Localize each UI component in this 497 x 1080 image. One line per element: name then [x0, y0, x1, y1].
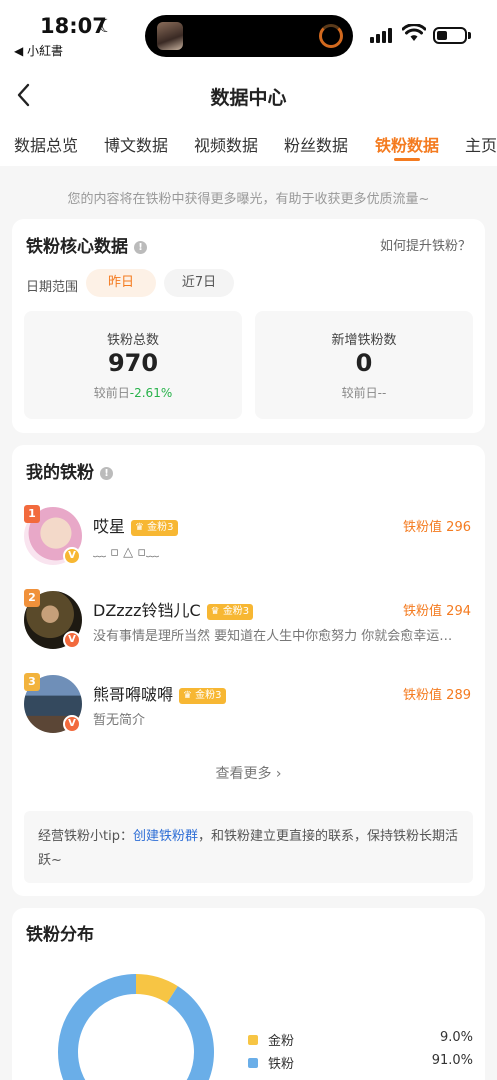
fan-score: 铁粉值 294 [403, 604, 471, 619]
legend-value: 91.0% [431, 1053, 473, 1068]
legend-swatch [248, 1058, 258, 1068]
moon-icon: ☾ [98, 16, 115, 37]
tab-video-data[interactable]: 视频数据 [194, 132, 258, 156]
stat-new-fans: 新增铁粉数 0 较前日-- [255, 311, 473, 419]
fan-level-badge: ♛ 金粉3 [131, 520, 178, 536]
fan-level-badge: ♛ 金粉3 [206, 604, 254, 620]
dynamic-island[interactable] [145, 15, 353, 57]
how-to-improve-link[interactable]: 如何提升铁粉？ [380, 235, 471, 254]
legend-item-gold: 金粉 9.0% [248, 1030, 473, 1050]
clock: 18:07 [40, 14, 107, 38]
core-data-card: 铁粉核心数据! 如何提升铁粉？ 日期范围 昨日 近7日 铁粉总数 970 较前日… [12, 219, 485, 433]
battery-icon [433, 27, 467, 44]
info-hint: 您的内容将在铁粉中获得更多曝光，有助于收获更多优质流量~ [67, 192, 430, 207]
distribution-title: 铁粉分布 [26, 925, 94, 945]
fan-bio: 暂无简介 [93, 713, 146, 728]
stat-label: 新增铁粉数 [331, 333, 397, 348]
tab-homepage[interactable]: 主页 [465, 132, 497, 156]
media-thumbnail [157, 22, 183, 50]
fan-name[interactable]: DZzzz铃铛儿C ♛ 金粉3 [93, 597, 254, 621]
create-fan-group-link[interactable]: 创建铁粉群 [133, 829, 198, 844]
stat-compare: 较前日-- [255, 384, 473, 401]
info-icon[interactable]: ! [100, 466, 113, 480]
active-tab-indicator [394, 158, 420, 161]
legend-label: 金粉 [268, 1034, 295, 1049]
legend-value: 9.0% [439, 1030, 473, 1045]
distribution-donut-chart [58, 974, 214, 1080]
legend-swatch [248, 1035, 258, 1045]
compare-prefix: 较前日 [341, 386, 378, 400]
cellular-signal-icon [370, 27, 392, 43]
date-option-yesterday[interactable]: 昨日 [86, 269, 156, 297]
tip-box: 经营铁粉小tip：创建铁粉群，和铁粉建立更直接的联系，保持铁粉长期活跃~ [24, 811, 473, 883]
rank-badge: 3 [24, 673, 40, 691]
stat-value: 0 [355, 349, 373, 377]
core-data-title: 铁粉核心数据! [26, 232, 147, 257]
my-fans-title: 我的铁粉! [26, 458, 113, 483]
tab-bar: 数据总览 博文数据 视频数据 粉丝数据 铁粉数据 主页 [0, 128, 497, 166]
fan-bio: ﹏ ▫ △ ▫﹏ [93, 545, 160, 560]
verified-icon: V [63, 715, 81, 733]
fan-name-text[interactable]: DZzzz铃铛儿C [93, 601, 201, 620]
fan-distribution-card: 铁粉分布 金粉 9.0% 铁粉 91.0% [12, 908, 485, 1080]
fan-list-item[interactable]: 2 V DZzzz铃铛儿C ♛ 金粉3 没有事情是理所当然 要知道在人生中你愈努力… [12, 589, 485, 661]
compare-value: -- [377, 386, 387, 400]
page-title: 数据中心 [210, 87, 287, 109]
tab-iron-fans-data[interactable]: 铁粉数据 [375, 132, 439, 156]
my-fans-title-text: 我的铁粉 [26, 463, 94, 483]
date-range-label: 日期范围 [26, 280, 79, 295]
legend-label: 铁粉 [268, 1057, 295, 1072]
donut-slice-gold [135, 974, 178, 1004]
legend-item-iron: 铁粉 91.0% [248, 1053, 473, 1073]
stat-label: 铁粉总数 [106, 333, 159, 348]
fan-level-text: 金粉3 [222, 606, 250, 617]
fan-level-badge: ♛ 金粉3 [179, 688, 226, 704]
fan-name[interactable]: 哎星 ♛ 金粉3 [93, 513, 178, 537]
fan-score: 铁粉值 296 [403, 520, 471, 535]
stat-value: 970 [107, 349, 159, 377]
fan-name[interactable]: 熊哥嘚啵嘚 ♛ 金粉3 [93, 681, 226, 705]
compare-value: -2.61% [129, 386, 173, 400]
fan-name-text[interactable]: 熊哥嘚啵嘚 [93, 685, 173, 704]
fan-bio: 没有事情是理所当然 要知道在人生中你愈努力 你就会愈幸运… [93, 629, 453, 644]
verified-icon: V [63, 631, 81, 649]
stat-total-fans: 铁粉总数 970 较前日-2.61% [24, 311, 242, 419]
wifi-icon [402, 24, 426, 41]
fan-level-text: 金粉3 [147, 522, 174, 533]
tip-prefix: 经营铁粉小tip： [38, 829, 133, 844]
compare-prefix: 较前日 [93, 386, 130, 400]
donut-slice-iron [58, 974, 214, 1080]
rank-badge: 1 [24, 505, 40, 523]
back-to-app-link[interactable]: ◀ 小紅書 [14, 42, 63, 59]
fan-score: 铁粉值 289 [403, 688, 471, 703]
rank-badge: 2 [24, 589, 40, 607]
fan-name-text[interactable]: 哎星 [93, 517, 125, 536]
battery-tip [468, 32, 471, 39]
tab-fans-data[interactable]: 粉丝数据 [284, 132, 348, 156]
my-fans-card: 我的铁粉! 1 V 哎星 ♛ 金粉3 ﹏ ▫ △ ▫﹏ 铁粉值 296 2 V D… [12, 445, 485, 896]
fan-list-item[interactable]: 1 V 哎星 ♛ 金粉3 ﹏ ▫ △ ▫﹏ 铁粉值 296 [12, 505, 485, 577]
info-icon[interactable]: ! [134, 240, 147, 254]
core-data-title-text: 铁粉核心数据 [26, 237, 128, 257]
fan-list-item[interactable]: 3 V 熊哥嘚啵嘚 ♛ 金粉3 暂无简介 铁粉值 289 [12, 673, 485, 745]
stat-compare: 较前日-2.61% [24, 384, 242, 401]
tab-post-data[interactable]: 博文数据 [104, 132, 168, 156]
fan-level-text: 金粉3 [195, 690, 222, 701]
navigation-bar: 数据中心 [0, 64, 497, 128]
verified-icon: V [63, 547, 81, 565]
progress-ring-icon [319, 24, 343, 48]
see-more-link[interactable]: 查看更多 › [12, 763, 485, 783]
status-bar: 18:07 ☾ ◀ 小紅書 [0, 0, 497, 64]
tab-overview[interactable]: 数据总览 [14, 132, 78, 156]
date-option-7days[interactable]: 近7日 [164, 269, 234, 297]
